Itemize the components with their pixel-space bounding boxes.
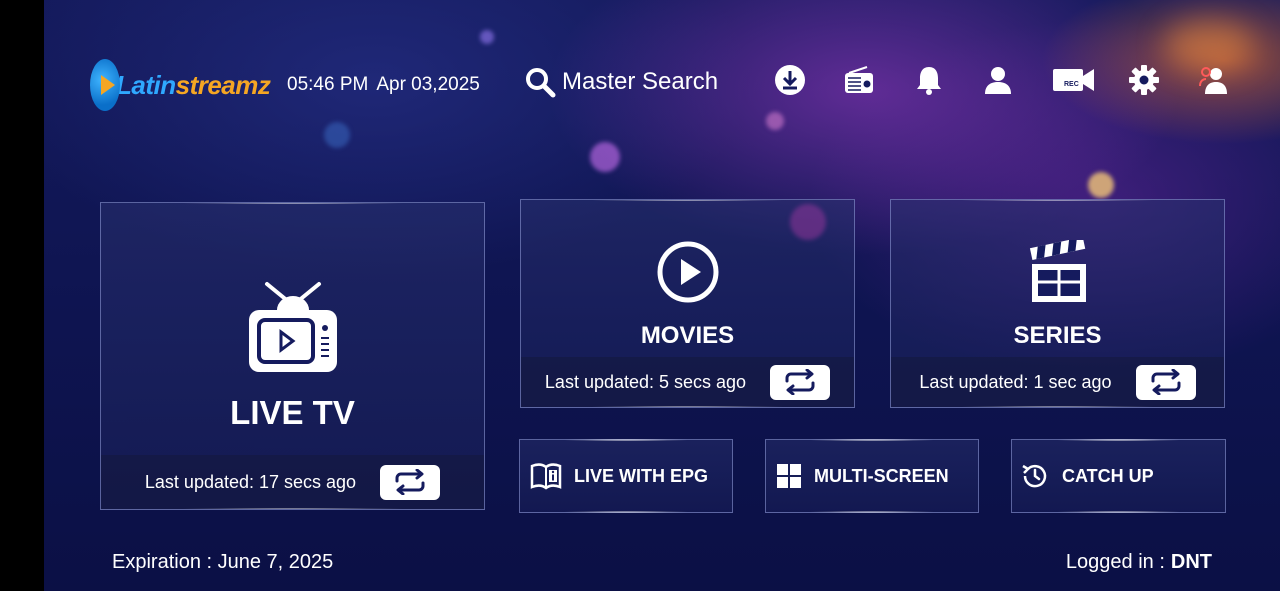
logo-text-latin: Latin	[116, 69, 176, 100]
movies-last-updated: Last updated: 5 secs ago	[544, 371, 747, 392]
app-logo: Latinstreamz	[90, 58, 271, 112]
date-time: 05:46 PM Apr 03,2025	[287, 74, 488, 96]
search-icon	[526, 68, 556, 98]
movies-refresh-button[interactable]	[770, 364, 831, 400]
logo-text-streamz: streamz	[175, 69, 271, 100]
radio-icon	[845, 66, 873, 93]
record-icon	[1053, 69, 1094, 91]
live-with-epg-label: LIVE WITH EPG	[574, 465, 709, 486]
bokeh-light	[590, 142, 620, 172]
movies-footer: Last updated: 5 secs ago	[521, 357, 854, 407]
book-guide-icon	[530, 463, 562, 490]
bokeh-light	[1088, 172, 1114, 198]
live-tv-refresh-button[interactable]	[380, 464, 441, 500]
live-tv-title: LIVE TV	[230, 394, 355, 431]
series-footer: Last updated: 1 sec ago	[891, 357, 1224, 407]
settings-button[interactable]	[1126, 62, 1162, 98]
multi-screen-button[interactable]: MULTI-SCREEN	[765, 439, 979, 513]
settings-gear-icon	[1129, 65, 1159, 95]
master-search-label: Master Search	[562, 68, 719, 95]
bokeh-light	[766, 112, 784, 130]
current-time: 05:46 PM	[287, 74, 369, 95]
logged-in-label: Logged in :	[1065, 551, 1165, 573]
multi-screen-label: MULTI-SCREEN	[814, 465, 949, 486]
recordings-button[interactable]: REC	[1052, 62, 1096, 98]
live-tv-card[interactable]: LIVE TV Last updated: 17 secs ago	[100, 202, 485, 510]
catch-up-label: CATCH UP	[1062, 465, 1154, 486]
account-icon	[985, 67, 1011, 94]
series-card[interactable]: SERIES Last updated: 1 sec ago	[890, 199, 1225, 408]
logged-in-status: Logged in : DNT	[1066, 551, 1212, 574]
bokeh-light	[324, 122, 350, 148]
history-icon	[1022, 464, 1047, 488]
download-button[interactable]	[772, 62, 808, 98]
logged-in-user: DNT	[1170, 551, 1212, 573]
expiration-date: Expiration : June 7, 2025	[112, 551, 334, 573]
notification-bell-icon	[917, 67, 941, 95]
series-title: SERIES	[1013, 322, 1102, 349]
refresh-icon	[785, 369, 815, 395]
master-search-button[interactable]: Master Search	[524, 64, 718, 100]
download-icon	[775, 65, 805, 95]
series-refresh-button[interactable]	[1135, 364, 1196, 400]
logo-text: Latinstreamz	[116, 69, 271, 101]
switch-user-icon	[1199, 67, 1227, 94]
bokeh-light	[480, 30, 494, 44]
series-last-updated: Last updated: 1 sec ago	[919, 371, 1112, 392]
live-with-epg-button[interactable]: LIVE WITH EPG	[519, 439, 733, 513]
account-button[interactable]	[980, 62, 1016, 98]
movies-card[interactable]: MOVIES Last updated: 5 secs ago	[520, 199, 855, 408]
home-screen: Latinstreamz 05:46 PM Apr 03,2025 Master …	[44, 0, 1280, 591]
movies-title: MOVIES	[640, 322, 735, 349]
play-circle-icon	[657, 241, 719, 303]
current-date: Apr 03,2025	[376, 74, 480, 95]
refresh-icon	[1151, 369, 1181, 395]
live-tv-last-updated: Last updated: 17 secs ago	[144, 471, 357, 492]
radio-button[interactable]	[841, 62, 877, 98]
grid-icon	[777, 464, 801, 488]
logo-play-icon	[90, 59, 120, 111]
live-tv-footer: Last updated: 17 secs ago	[101, 455, 484, 509]
refresh-icon	[395, 469, 425, 495]
tv-icon	[249, 282, 337, 372]
catch-up-button[interactable]: CATCH UP	[1011, 439, 1226, 513]
notifications-button[interactable]	[911, 62, 947, 98]
clapperboard-icon	[1029, 240, 1086, 302]
switch-user-button[interactable]	[1196, 62, 1232, 98]
rec-badge: REC	[1064, 81, 1079, 88]
